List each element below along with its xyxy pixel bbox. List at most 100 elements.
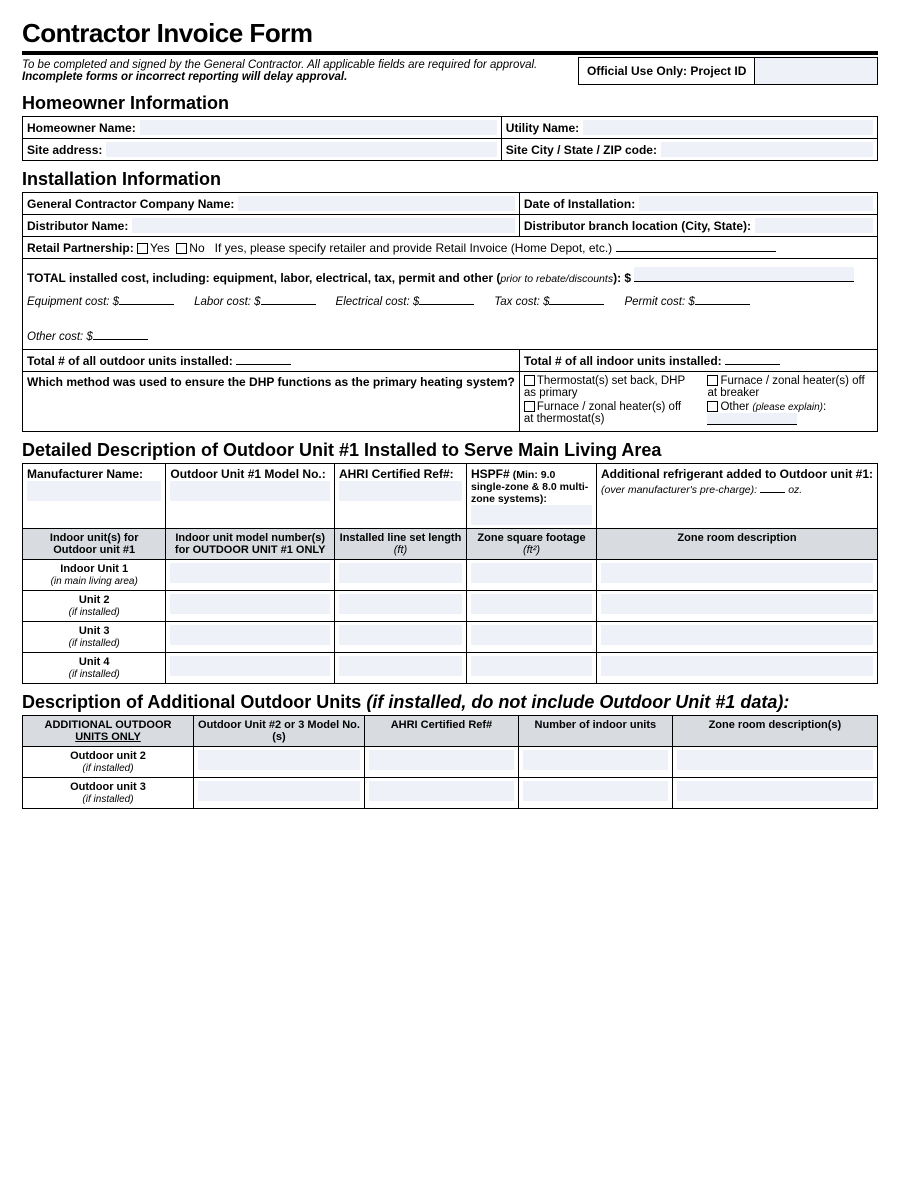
u1-row1-line[interactable] bbox=[339, 563, 462, 583]
branch-label: Distributor branch location (City, State… bbox=[524, 219, 751, 233]
u1-row3-sqft[interactable] bbox=[471, 625, 592, 645]
u1-row1-sqft[interactable] bbox=[471, 563, 592, 583]
u1-h5-note: (over manufacturer's pre-charge): bbox=[601, 484, 757, 496]
u1-row2-model[interactable] bbox=[170, 594, 330, 614]
retail-no-text: No bbox=[189, 241, 204, 255]
site-city-input[interactable] bbox=[661, 142, 873, 157]
project-id-label: Official Use Only: Project ID bbox=[579, 58, 755, 84]
indoor-count-label: Total # of all indoor units installed: bbox=[524, 354, 722, 368]
u1-col1: Indoor unit(s) for Outdoor unit #1 bbox=[23, 529, 166, 560]
permit-cost-label: Permit cost: $ bbox=[624, 296, 694, 308]
method-4-paren: (please explain) bbox=[752, 402, 823, 413]
u1-col2: Indoor unit model number(s) for OUTDOOR … bbox=[166, 529, 335, 560]
addl-row1-label: Outdoor unit 2(if installed) bbox=[23, 747, 194, 778]
u1-h2: Outdoor Unit #1 Model No.: bbox=[170, 467, 325, 481]
install-date-input[interactable] bbox=[639, 196, 873, 211]
method-3-checkbox[interactable] bbox=[524, 401, 535, 412]
total-cost-paren: prior to rebate/discounts bbox=[500, 273, 613, 285]
addl-row1-num[interactable] bbox=[523, 750, 668, 770]
u1-row4-model[interactable] bbox=[170, 656, 330, 676]
method-question: Which method was used to ensure the DHP … bbox=[27, 375, 515, 389]
project-id-input[interactable] bbox=[755, 58, 877, 84]
u1-row1-label: Indoor Unit 1(in main living area) bbox=[23, 560, 166, 591]
electrical-cost-label: Electrical cost: $ bbox=[336, 296, 420, 308]
electrical-cost-input[interactable] bbox=[419, 293, 474, 305]
u1-row4-sqft[interactable] bbox=[471, 656, 592, 676]
addl-row2-model[interactable] bbox=[198, 781, 360, 801]
addl-col2: Outdoor Unit #2 or 3 Model No.(s) bbox=[194, 716, 365, 747]
additional-units-table: ADDITIONAL OUTDOORUNITS ONLY Outdoor Uni… bbox=[22, 715, 878, 809]
unit1-table: Manufacturer Name: Outdoor Unit #1 Model… bbox=[22, 463, 878, 684]
distributor-input[interactable] bbox=[132, 218, 515, 233]
u1-manufacturer-input[interactable] bbox=[27, 481, 161, 501]
gc-name-label: General Contractor Company Name: bbox=[27, 197, 234, 211]
tax-cost-input[interactable] bbox=[549, 293, 604, 305]
homeowner-heading: Homeowner Information bbox=[22, 93, 878, 114]
retail-label: Retail Partnership: bbox=[27, 241, 134, 255]
title-rule bbox=[22, 51, 878, 55]
u1-row3-model[interactable] bbox=[170, 625, 330, 645]
u1-row1-desc[interactable] bbox=[601, 563, 873, 583]
additional-units-heading: Description of Additional Outdoor Units … bbox=[22, 692, 878, 713]
u1-row3-line[interactable] bbox=[339, 625, 462, 645]
labor-cost-label: Labor cost: $ bbox=[194, 296, 260, 308]
method-1-checkbox[interactable] bbox=[524, 375, 535, 386]
site-address-input[interactable] bbox=[106, 142, 496, 157]
u1-model-input[interactable] bbox=[170, 481, 330, 501]
instruction-note: To be completed and signed by the Genera… bbox=[22, 57, 578, 85]
method-4-text: Other bbox=[720, 401, 749, 413]
form-title: Contractor Invoice Form bbox=[22, 18, 878, 49]
total-cost-input[interactable] bbox=[634, 267, 854, 282]
other-cost-input[interactable] bbox=[93, 328, 148, 340]
labor-cost-input[interactable] bbox=[261, 293, 316, 305]
u1-col3: Installed line set length(ft) bbox=[334, 529, 466, 560]
utility-name-label: Utility Name: bbox=[506, 121, 579, 135]
u1-refrigerant-input[interactable] bbox=[760, 481, 785, 493]
addl-row2-desc[interactable] bbox=[677, 781, 873, 801]
installation-table: General Contractor Company Name: Date of… bbox=[22, 192, 878, 432]
method-4-input[interactable] bbox=[707, 413, 797, 425]
u1-h1: Manufacturer Name: bbox=[27, 467, 143, 481]
u1-row2-line[interactable] bbox=[339, 594, 462, 614]
permit-cost-input[interactable] bbox=[695, 293, 750, 305]
site-address-label: Site address: bbox=[27, 143, 102, 157]
u1-row1-model[interactable] bbox=[170, 563, 330, 583]
u1-row2-desc[interactable] bbox=[601, 594, 873, 614]
project-id-box: Official Use Only: Project ID bbox=[578, 57, 878, 85]
total-cost-close: ): $ bbox=[613, 271, 631, 285]
u1-h4: HSPF# bbox=[471, 467, 510, 481]
u1-row4-line[interactable] bbox=[339, 656, 462, 676]
gc-name-input[interactable] bbox=[238, 196, 514, 211]
u1-h5: Additional refrigerant added to Outdoor … bbox=[601, 467, 873, 481]
addl-row1-ahri[interactable] bbox=[369, 750, 514, 770]
u1-row3-label: Unit 3(if installed) bbox=[23, 622, 166, 653]
addl-row1-model[interactable] bbox=[198, 750, 360, 770]
u1-row4-label: Unit 4(if installed) bbox=[23, 653, 166, 684]
u1-ahri-input[interactable] bbox=[339, 481, 462, 501]
homeowner-name-input[interactable] bbox=[140, 120, 497, 135]
instruction-line-1: To be completed and signed by the Genera… bbox=[22, 59, 537, 71]
retail-yes-checkbox[interactable] bbox=[137, 243, 148, 254]
method-4-checkbox[interactable] bbox=[707, 401, 718, 412]
u1-h3: AHRI Certified Ref#: bbox=[339, 467, 454, 481]
unit1-heading: Detailed Description of Outdoor Unit #1 … bbox=[22, 440, 878, 461]
u1-row4-desc[interactable] bbox=[601, 656, 873, 676]
retail-no-checkbox[interactable] bbox=[176, 243, 187, 254]
addl-row2-num[interactable] bbox=[523, 781, 668, 801]
addl-row1-desc[interactable] bbox=[677, 750, 873, 770]
site-city-label: Site City / State / ZIP code: bbox=[506, 143, 657, 157]
method-2-checkbox[interactable] bbox=[707, 375, 718, 386]
addl-row2-ahri[interactable] bbox=[369, 781, 514, 801]
retail-specify-input[interactable] bbox=[616, 240, 776, 252]
indoor-count-input[interactable] bbox=[725, 353, 780, 365]
u1-row2-label: Unit 2(if installed) bbox=[23, 591, 166, 622]
homeowner-table: Homeowner Name: Utility Name: Site addre… bbox=[22, 116, 878, 161]
u1-row3-desc[interactable] bbox=[601, 625, 873, 645]
utility-name-input[interactable] bbox=[583, 120, 873, 135]
u1-hspf-input[interactable] bbox=[471, 505, 592, 525]
equipment-cost-input[interactable] bbox=[119, 293, 174, 305]
outdoor-count-input[interactable] bbox=[236, 353, 291, 365]
u1-row2-sqft[interactable] bbox=[471, 594, 592, 614]
homeowner-name-label: Homeowner Name: bbox=[27, 121, 136, 135]
branch-input[interactable] bbox=[755, 218, 873, 233]
